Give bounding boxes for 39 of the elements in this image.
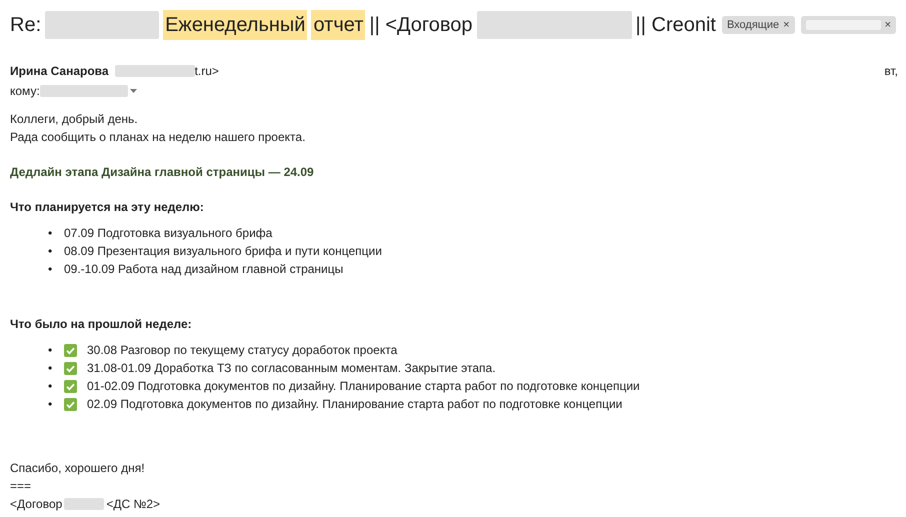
bullet-text: • [48, 360, 54, 377]
redaction-block [64, 498, 104, 510]
deadline-text: Дедлайн этапа Дизайна главной страницы — 24.09 [10, 164, 315, 181]
subject-text: || <Договор [369, 13, 473, 38]
bullet-text: • [48, 261, 54, 278]
recipient-label: кому: [10, 83, 40, 100]
label-chip[interactable]: Входящие × [722, 16, 795, 34]
body-text: Коллеги, добрый день. [10, 111, 139, 128]
bullet-text: • [48, 243, 54, 260]
sender-name: Ирина Санарова [10, 63, 109, 80]
caret-icon[interactable] [130, 89, 137, 93]
list-item-text: 09.-10.09 Работа над дизайном главной страницы [64, 261, 344, 278]
list-item-text: 08.09 Презентация визуального брифа и пути концепции [64, 243, 382, 260]
list-item-text: 07.09 Подготовка визуального брифа [64, 225, 272, 242]
list-item-text: 31.08-01.09 Доработка ТЗ по согласованным моментам. Закрытие этапа. [87, 360, 496, 377]
body-text: Рада сообщить о планах на неделю нашего проекта. [10, 129, 306, 146]
section-heading: Что планируется на эту неделю: [10, 199, 205, 216]
date-text: вт, [884, 63, 898, 80]
footer-text: <ДС №2> [106, 496, 160, 513]
highlighted-word: отчет [311, 10, 366, 40]
label-chip[interactable]: × [800, 16, 896, 34]
remove-label-button[interactable]: × [884, 16, 891, 34]
bullet-text: • [48, 342, 54, 359]
subject-text: Re: [10, 13, 42, 38]
separator-text: === [10, 478, 32, 495]
remove-label-button[interactable]: × [783, 16, 790, 34]
bullet-text: • [48, 225, 54, 242]
sender-email: t.ru> [194, 63, 219, 80]
footer-text: <Договор [10, 496, 62, 513]
subject-text: || Creonit [636, 13, 716, 38]
section-heading: Что было на прошлой неделе: [10, 316, 193, 333]
bullet-text: • [48, 378, 54, 395]
label-text: Входящие [726, 18, 780, 33]
list-item-text: 01-02.09 Подготовка документов по дизайну. Планирование старта работ по подготовке концепции [87, 378, 640, 395]
list-item-text: 02.09 Подготовка документов по дизайну. Планирование старта работ по подготовке концепции [87, 396, 622, 413]
highlighted-word: Еженедельный [163, 10, 308, 40]
bullet-text: • [48, 396, 54, 413]
list-item-text: 30.08 Разговор по текущему статусу доработок проекта [87, 342, 398, 359]
closing-text: Спасибо, хорошего дня! [10, 460, 146, 477]
